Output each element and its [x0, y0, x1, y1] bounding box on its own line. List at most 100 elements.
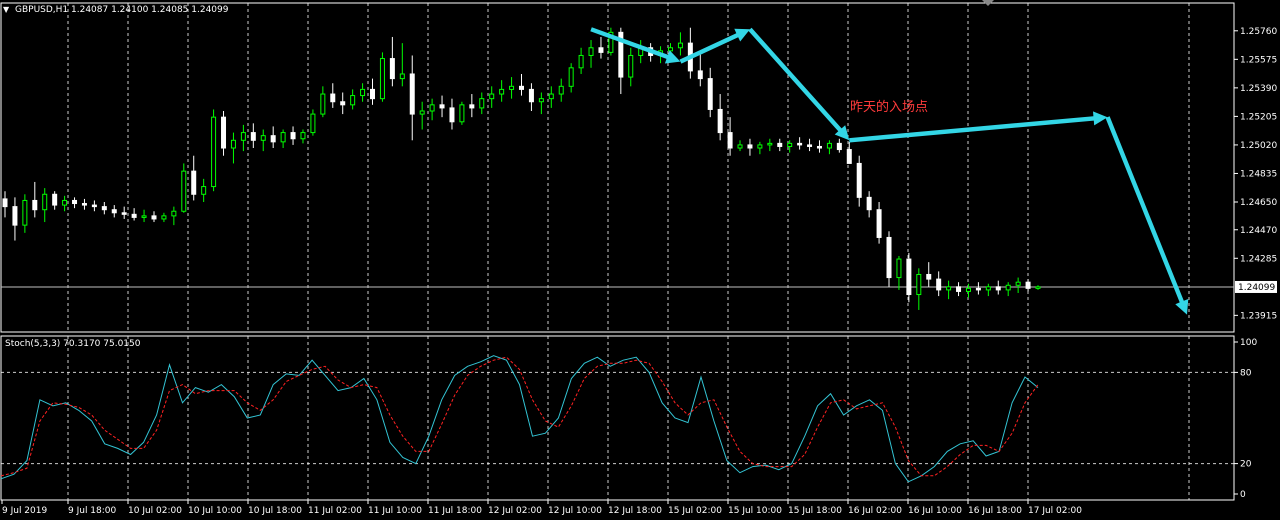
candle-bear [250, 132, 256, 141]
candle-bull [826, 142, 832, 149]
candle-bull [737, 144, 743, 149]
price-axis-label: 1.25205 [1240, 112, 1277, 122]
candle-bull [757, 144, 763, 149]
stoch-signal-line [0, 356, 1039, 477]
candle-bull [260, 135, 266, 141]
candle-bear [528, 88, 534, 103]
symbol-info: GBPUSD,H1 1.24087 1.24100 1.24085 1.2409… [15, 5, 229, 15]
candle-bull [667, 47, 673, 52]
time-axis-label: 10 Jul 10:00 [188, 506, 242, 516]
price-axis-label: 1.25390 [1240, 84, 1277, 94]
menu-triangle-icon[interactable]: ▼ [3, 5, 10, 14]
candle-bull [548, 93, 554, 100]
time-axis-label: 15 Jul 18:00 [788, 506, 842, 516]
candle-bear [131, 213, 137, 218]
candle-bull [429, 104, 435, 112]
candle-bull [42, 193, 48, 211]
time-axis-label: 12 Jul 18:00 [608, 506, 662, 516]
stoch-main-line [0, 355, 1039, 483]
candle-bull [350, 95, 356, 106]
candle-bear [32, 199, 38, 211]
candle-bear [807, 144, 813, 147]
candle-bear [340, 101, 346, 106]
candle-bear [111, 209, 117, 214]
candle-bear [876, 209, 882, 238]
candle-bull [767, 142, 773, 146]
stoch-axis-label: 20 [1240, 460, 1252, 470]
candle-bull [230, 139, 236, 149]
candle-bull [578, 54, 584, 69]
time-axis-label: 12 Jul 10:00 [548, 506, 602, 516]
candle-bear [330, 93, 336, 103]
candle-bull [628, 54, 634, 78]
price-axis-label: 1.24835 [1240, 169, 1277, 179]
candle-bear [797, 142, 803, 146]
candle-bull [499, 88, 505, 95]
trend-arrow [1105, 116, 1189, 315]
candle-bear [866, 196, 872, 211]
time-axis-label: 17 Jul 02:00 [1028, 506, 1082, 516]
candle-bull [379, 58, 385, 100]
trend-arrow [590, 27, 681, 64]
candle-bear [52, 193, 58, 206]
time-axis-label: 11 Jul 02:00 [308, 506, 362, 516]
candle-bull [399, 73, 405, 80]
candle-bear [270, 135, 276, 143]
time-axis-label: 9 Jul 18:00 [68, 506, 117, 516]
candle-bull [419, 110, 425, 115]
candle-bull [558, 85, 564, 95]
candle-bear [856, 162, 862, 198]
candle-bull [588, 47, 594, 56]
stoch-axis-label: 100 [1240, 338, 1257, 348]
trading-chart[interactable]: 1.25760 1.25575 1.25390 1.25205 1.25020 1.248… [0, 0, 1280, 520]
candle-bull [916, 273, 922, 296]
candle-bear [926, 273, 932, 280]
stoch-axis-label: 80 [1240, 368, 1252, 378]
candle-bull [677, 42, 683, 49]
candle-bear [121, 212, 127, 215]
candle-bear [519, 85, 524, 90]
main-panel-border [0, 2, 1235, 333]
candle-bull [538, 98, 544, 103]
candle-bear [727, 132, 733, 149]
candle-bear [846, 149, 852, 164]
time-axis-label: 10 Jul 02:00 [128, 506, 182, 516]
time-axis-label: 9 Jul 2019 [2, 506, 47, 516]
candle-bull [280, 132, 286, 143]
candle-bull [568, 67, 574, 87]
candle-bear [697, 70, 703, 80]
time-axis-label: 12 Jul 02:00 [488, 506, 542, 516]
candle-bull [1035, 286, 1041, 289]
candle-bull [22, 199, 28, 226]
candle-bear [707, 78, 713, 110]
candle-bull [300, 132, 306, 140]
candle-bull [787, 142, 793, 147]
time-axis-label: 16 Jul 02:00 [848, 506, 902, 516]
price-axis-label: 1.25575 [1240, 55, 1277, 65]
candle-bear [2, 198, 8, 208]
candle-bear [906, 258, 912, 296]
candle-bull [360, 88, 366, 97]
candle-bear [1025, 281, 1031, 289]
candle-bear [72, 199, 78, 205]
price-axis-label: 1.24650 [1240, 198, 1277, 208]
price-axis-label: 1.25020 [1240, 141, 1277, 151]
candle-bull [201, 186, 207, 195]
candle-bear [975, 287, 981, 291]
price-axis-label: 1.24470 [1240, 226, 1277, 236]
candle-bull [310, 113, 316, 134]
trend-arrow [748, 27, 850, 141]
candle-bear [995, 286, 1001, 291]
trend-arrow [849, 111, 1108, 143]
candle-bear [816, 145, 822, 149]
candle-bull [320, 93, 326, 115]
candle-bear [81, 203, 87, 206]
time-axis-label: 15 Jul 02:00 [668, 506, 722, 516]
time-axis-label: 10 Jul 18:00 [248, 506, 302, 516]
price-axis-label: 1.23915 [1240, 311, 1277, 321]
candle-bull [161, 215, 167, 220]
stoch-axis-label: 0 [1240, 490, 1246, 500]
time-axis-label: 11 Jul 18:00 [428, 506, 482, 516]
time-axis-label: 16 Jul 18:00 [968, 506, 1022, 516]
candle-bear [717, 108, 723, 134]
